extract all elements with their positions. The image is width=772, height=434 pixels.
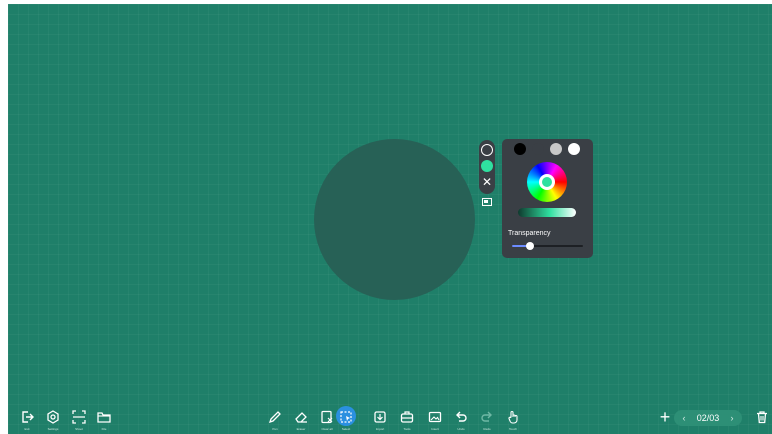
whiteboard-canvas[interactable]: ✕ Transparency — [8, 4, 772, 434]
touch-button[interactable] — [504, 408, 522, 426]
swatch-dark[interactable] — [532, 143, 544, 155]
touch-label: Touch — [508, 428, 517, 431]
settings-icon — [47, 410, 59, 424]
insert-button[interactable] — [426, 408, 444, 426]
redo-icon — [481, 411, 492, 422]
circle-outline-icon[interactable] — [481, 144, 493, 156]
transparency-slider-thumb[interactable] — [526, 242, 534, 250]
lightness-slider[interactable] — [518, 208, 576, 217]
settings-button[interactable] — [44, 408, 62, 426]
transparency-label: Transparency — [508, 230, 551, 237]
clear-page-button[interactable] — [318, 408, 336, 426]
color-wheel[interactable] — [527, 162, 567, 202]
exit-icon — [22, 411, 34, 423]
color-wheel-center — [539, 174, 555, 190]
tools-icon — [400, 411, 414, 423]
redo-label: Redo — [483, 428, 491, 431]
file-label: File — [101, 428, 107, 431]
circle-shape[interactable] — [314, 139, 475, 300]
page-navigator: ‹ 02/03 › — [674, 410, 742, 426]
folder-icon — [97, 412, 111, 423]
import-icon — [374, 411, 386, 423]
eraser-icon — [295, 412, 307, 423]
tools-label: Tools — [403, 428, 411, 431]
color-picker-panel: Transparency — [502, 139, 593, 258]
select-label: Select — [341, 428, 351, 431]
clear-page-icon — [321, 410, 333, 424]
redo-button[interactable] — [478, 408, 496, 426]
swatch-gray[interactable] — [550, 143, 562, 155]
pen-label: Pen — [272, 428, 278, 431]
add-page-button[interactable]: + — [656, 408, 674, 426]
page-indicator: 02/03 — [696, 413, 720, 423]
insert-icon — [428, 411, 442, 423]
select-button-icon-wrap[interactable] — [337, 408, 355, 426]
shape-style-strip: ✕ — [479, 140, 495, 194]
pen-button[interactable] — [266, 408, 284, 426]
screenshot-button[interactable] — [70, 408, 88, 426]
touch-icon — [508, 410, 518, 424]
prev-page-button[interactable]: ‹ — [678, 412, 690, 424]
insert-label: Insert — [431, 428, 439, 431]
screenshot-label: Shoot — [75, 428, 83, 431]
swatch-white[interactable] — [568, 143, 580, 155]
exit-label: Exit — [24, 428, 30, 431]
circle-fill-icon[interactable] — [481, 160, 493, 172]
tools-button[interactable] — [398, 408, 416, 426]
undo-button[interactable] — [452, 408, 470, 426]
transparency-slider[interactable] — [512, 242, 583, 250]
swatch-black[interactable] — [514, 143, 526, 155]
eraser-label: Eraser — [296, 428, 306, 431]
select-icon — [340, 411, 352, 423]
settings-label: Settings — [47, 428, 59, 431]
undo-label: Undo — [457, 428, 465, 431]
crop-icon[interactable] — [482, 198, 492, 206]
trash-icon — [757, 411, 767, 424]
screenshot-icon — [72, 410, 86, 424]
exit-button[interactable] — [18, 408, 36, 426]
import-label: Import — [375, 428, 385, 431]
close-icon[interactable]: ✕ — [481, 176, 493, 188]
undo-icon — [456, 411, 467, 422]
pen-icon — [268, 411, 281, 424]
selected-color-preview — [542, 177, 552, 187]
next-page-button[interactable]: › — [726, 412, 738, 424]
delete-page-button[interactable] — [753, 408, 771, 426]
eraser-button[interactable] — [292, 408, 310, 426]
import-button[interactable] — [371, 408, 389, 426]
file-button[interactable] — [95, 408, 113, 426]
